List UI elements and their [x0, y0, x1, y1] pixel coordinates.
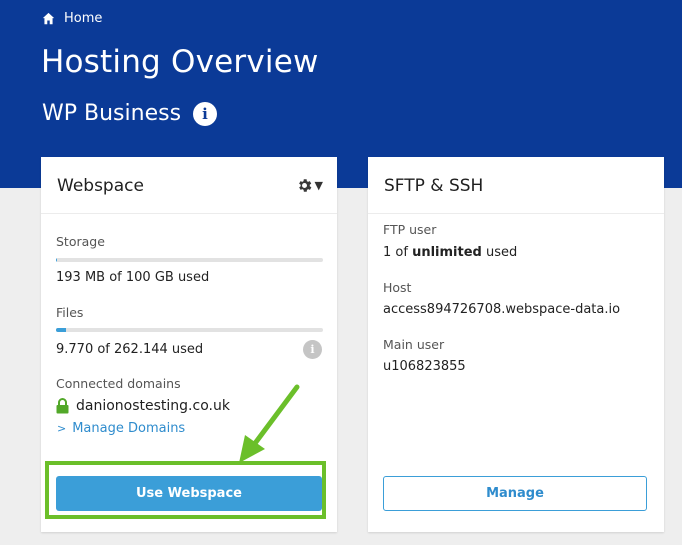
chevron-down-icon: ▼ — [314, 179, 323, 192]
storage-usage: 193 MB of 100 GB used — [56, 270, 210, 285]
webspace-settings-menu[interactable]: ▼ — [296, 177, 323, 194]
gear-icon — [298, 179, 311, 192]
manage-sftp-button[interactable]: Manage — [383, 476, 647, 511]
webspace-card: Webspace ▼ Storage 193 MB of 100 GB used… — [41, 157, 337, 532]
sftp-ssh-card-title: SFTP & SSH — [384, 176, 484, 196]
page-title: Hosting Overview — [41, 44, 319, 80]
breadcrumb[interactable]: Home — [42, 11, 102, 26]
domain-name: danionostesting.co.uk — [76, 398, 230, 414]
sftp-ssh-card: SFTP & SSH FTP user 1 of unlimited used … — [368, 157, 664, 532]
files-usage: 9.770 of 262.144 used — [56, 342, 204, 357]
breadcrumb-home-link[interactable]: Home — [64, 11, 102, 26]
home-icon — [42, 12, 55, 25]
ftp-user-prefix: 1 of — [383, 245, 413, 260]
card-divider — [368, 213, 664, 214]
use-webspace-button[interactable]: Use Webspace — [56, 476, 322, 511]
ftp-user-label: FTP user — [383, 222, 437, 237]
files-progress-bar — [56, 328, 323, 332]
ftp-user-limit: unlimited — [412, 245, 482, 260]
main-user-label: Main user — [383, 337, 445, 352]
ftp-user-suffix: used — [481, 245, 518, 260]
connected-domains-label: Connected domains — [56, 376, 181, 391]
files-progress-fill — [56, 328, 66, 332]
storage-progress-fill — [56, 258, 57, 262]
host-label: Host — [383, 280, 412, 295]
annotation-arrow — [239, 384, 300, 463]
files-info-icon[interactable]: i — [303, 340, 322, 359]
connected-domain: danionostesting.co.uk — [56, 398, 230, 414]
host-value: access894726708.webspace-data.io — [383, 302, 621, 317]
webspace-card-title: Webspace — [57, 176, 144, 196]
package-name-label: WP Business — [42, 101, 182, 126]
main-user-value: u106823855 — [383, 359, 466, 374]
storage-label: Storage — [56, 234, 105, 249]
package-name: WP Business i — [42, 101, 218, 126]
card-divider — [41, 213, 337, 214]
chevron-right-icon: > — [57, 422, 67, 435]
lock-icon — [56, 398, 69, 414]
manage-domains-link[interactable]: > Manage Domains — [57, 421, 185, 436]
info-icon[interactable]: i — [193, 101, 218, 126]
storage-progress-bar — [56, 258, 323, 262]
manage-domains-label: Manage Domains — [72, 421, 186, 436]
ftp-user-value: 1 of unlimited used — [383, 245, 517, 260]
files-label: Files — [56, 305, 84, 320]
